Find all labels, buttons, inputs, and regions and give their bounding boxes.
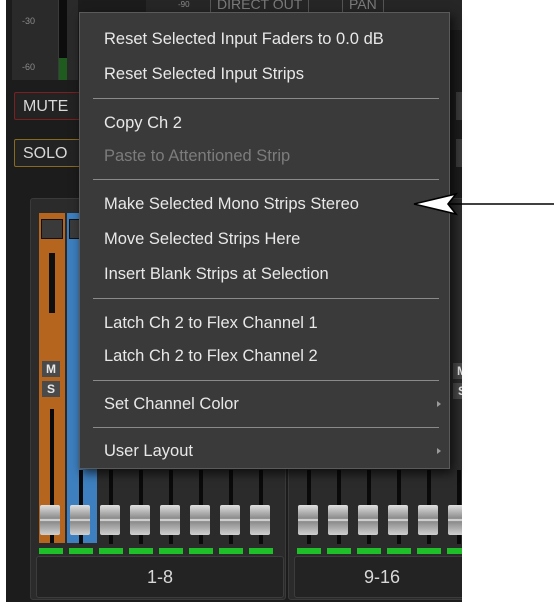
bank-label[interactable]: 9-16 — [294, 556, 462, 598]
fader-cap[interactable] — [190, 505, 210, 535]
bank-label[interactable]: 1-8 — [36, 556, 284, 598]
signal-led — [219, 548, 243, 554]
signal-led — [447, 548, 462, 554]
signal-led — [129, 548, 153, 554]
fader-cap[interactable] — [418, 505, 438, 535]
mute-button[interactable]: M — [42, 361, 60, 377]
fader-cap[interactable] — [160, 505, 180, 535]
solo-button[interactable]: S — [42, 381, 60, 397]
meter-scale-label: -30 — [22, 16, 36, 26]
signal-led — [189, 548, 213, 554]
scroll-edge — [456, 92, 462, 120]
menu-item-move-strips[interactable]: Move Selected Strips Here — [104, 227, 300, 251]
meter-scale-label: -60 — [22, 62, 36, 72]
menu-item-insert-blank[interactable]: Insert Blank Strips at Selection — [104, 262, 329, 286]
menu-item-make-stereo[interactable]: Make Selected Mono Strips Stereo — [104, 192, 359, 216]
channel-strip[interactable]: M S — [39, 213, 65, 543]
strip-select-button[interactable] — [41, 219, 63, 239]
mute-button[interactable]: M — [453, 363, 462, 379]
menu-separator — [93, 427, 439, 428]
menu-item-user-layout[interactable]: User Layout — [104, 439, 193, 463]
signal-led — [39, 548, 63, 554]
menu-separator — [93, 98, 439, 99]
fader-cap[interactable] — [358, 505, 378, 535]
callout-arrow-icon — [413, 192, 554, 216]
fader-cap[interactable] — [250, 505, 270, 535]
menu-item-paste: Paste to Attentioned Strip — [104, 147, 291, 165]
menu-item-copy[interactable]: Copy Ch 2 — [104, 111, 182, 135]
fader-cap[interactable] — [70, 505, 90, 535]
menu-separator — [93, 380, 439, 381]
signal-led — [357, 548, 381, 554]
header-marker: -90 — [178, 0, 190, 9]
signal-led — [417, 548, 441, 554]
menu-separator — [93, 298, 439, 299]
submenu-chevron-icon — [437, 448, 441, 454]
fader-cap[interactable] — [130, 505, 150, 535]
signal-led — [159, 548, 183, 554]
fader-cap[interactable] — [388, 505, 408, 535]
menu-item-latch-flex-2[interactable]: Latch Ch 2 to Flex Channel 2 — [104, 344, 318, 368]
meter-panel: -30 -60 — [12, 0, 78, 80]
fader-cap[interactable] — [298, 505, 318, 535]
submenu-chevron-icon — [437, 401, 441, 407]
strip-meter — [49, 253, 55, 313]
fader-cap[interactable] — [40, 505, 60, 535]
fader-cap[interactable] — [100, 505, 120, 535]
context-menu: Reset Selected Input Faders to 0.0 dB Re… — [79, 12, 450, 469]
signal-led — [327, 548, 351, 554]
mute-button[interactable]: MUTE — [14, 92, 84, 120]
menu-separator — [93, 179, 439, 180]
menu-item-channel-color[interactable]: Set Channel Color — [104, 392, 239, 416]
solo-button[interactable]: SOLO — [14, 139, 84, 167]
signal-led — [69, 548, 93, 554]
menu-item-reset-faders[interactable]: Reset Selected Input Faders to 0.0 dB — [104, 27, 384, 51]
fader-cap[interactable] — [220, 505, 240, 535]
scroll-edge — [456, 139, 462, 167]
signal-led — [99, 548, 123, 554]
menu-item-latch-flex-1[interactable]: Latch Ch 2 to Flex Channel 1 — [104, 311, 318, 335]
solo-button[interactable]: S — [453, 383, 462, 399]
signal-led — [297, 548, 321, 554]
signal-led — [387, 548, 411, 554]
signal-led — [249, 548, 273, 554]
fader-cap[interactable] — [328, 505, 348, 535]
fader-cap[interactable] — [448, 505, 462, 535]
level-meter — [58, 0, 67, 80]
menu-item-reset-strips[interactable]: Reset Selected Input Strips — [104, 62, 304, 86]
